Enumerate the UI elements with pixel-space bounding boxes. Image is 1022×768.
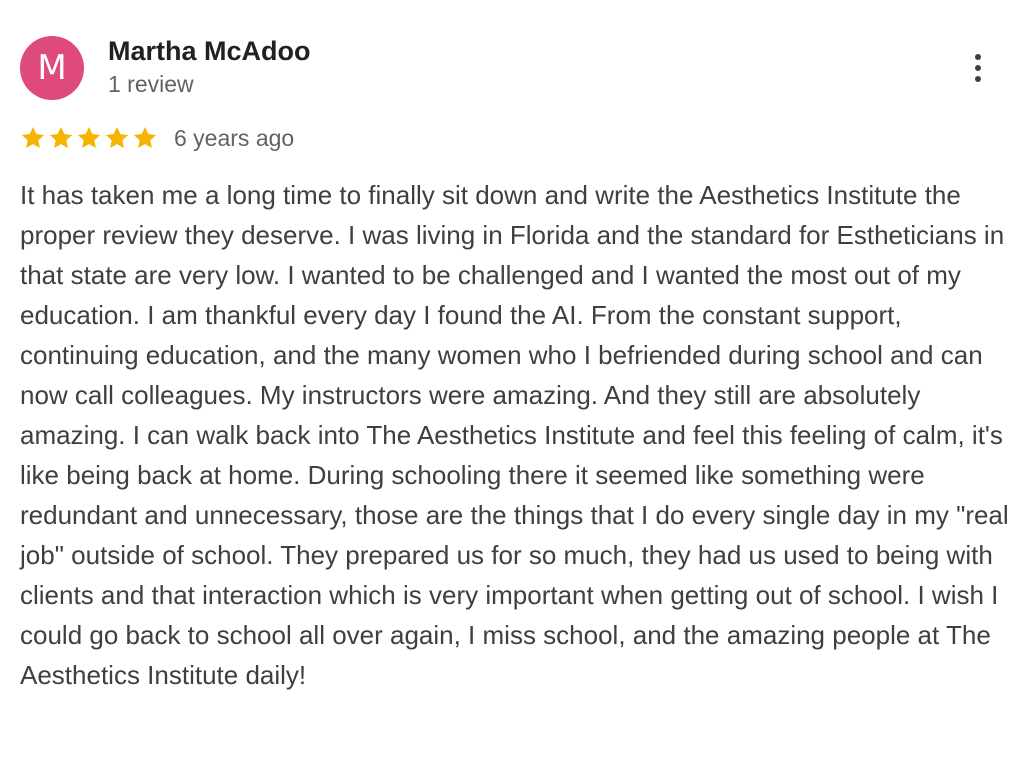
star-icon [105,126,129,148]
more-vert-icon [975,65,981,71]
review-date: 6 years ago [174,124,295,151]
star-icon [133,126,157,148]
star-icon [49,126,73,148]
star-icon [77,126,101,148]
avatar[interactable]: M [20,36,84,100]
more-vert-icon [975,54,981,60]
review-count: 1 review [108,71,194,97]
star-rating [20,125,158,151]
review-text: It has taken me a long time to finally s… [20,180,1009,690]
author-name[interactable]: Martha McAdoo [108,36,311,67]
more-vert-icon [975,76,981,82]
review-card: M Martha McAdoo 1 review 6 years ago It … [0,0,1022,768]
star-icon [21,126,45,148]
rating-row: 6 years ago [20,122,294,154]
more-options-button[interactable] [962,48,994,88]
